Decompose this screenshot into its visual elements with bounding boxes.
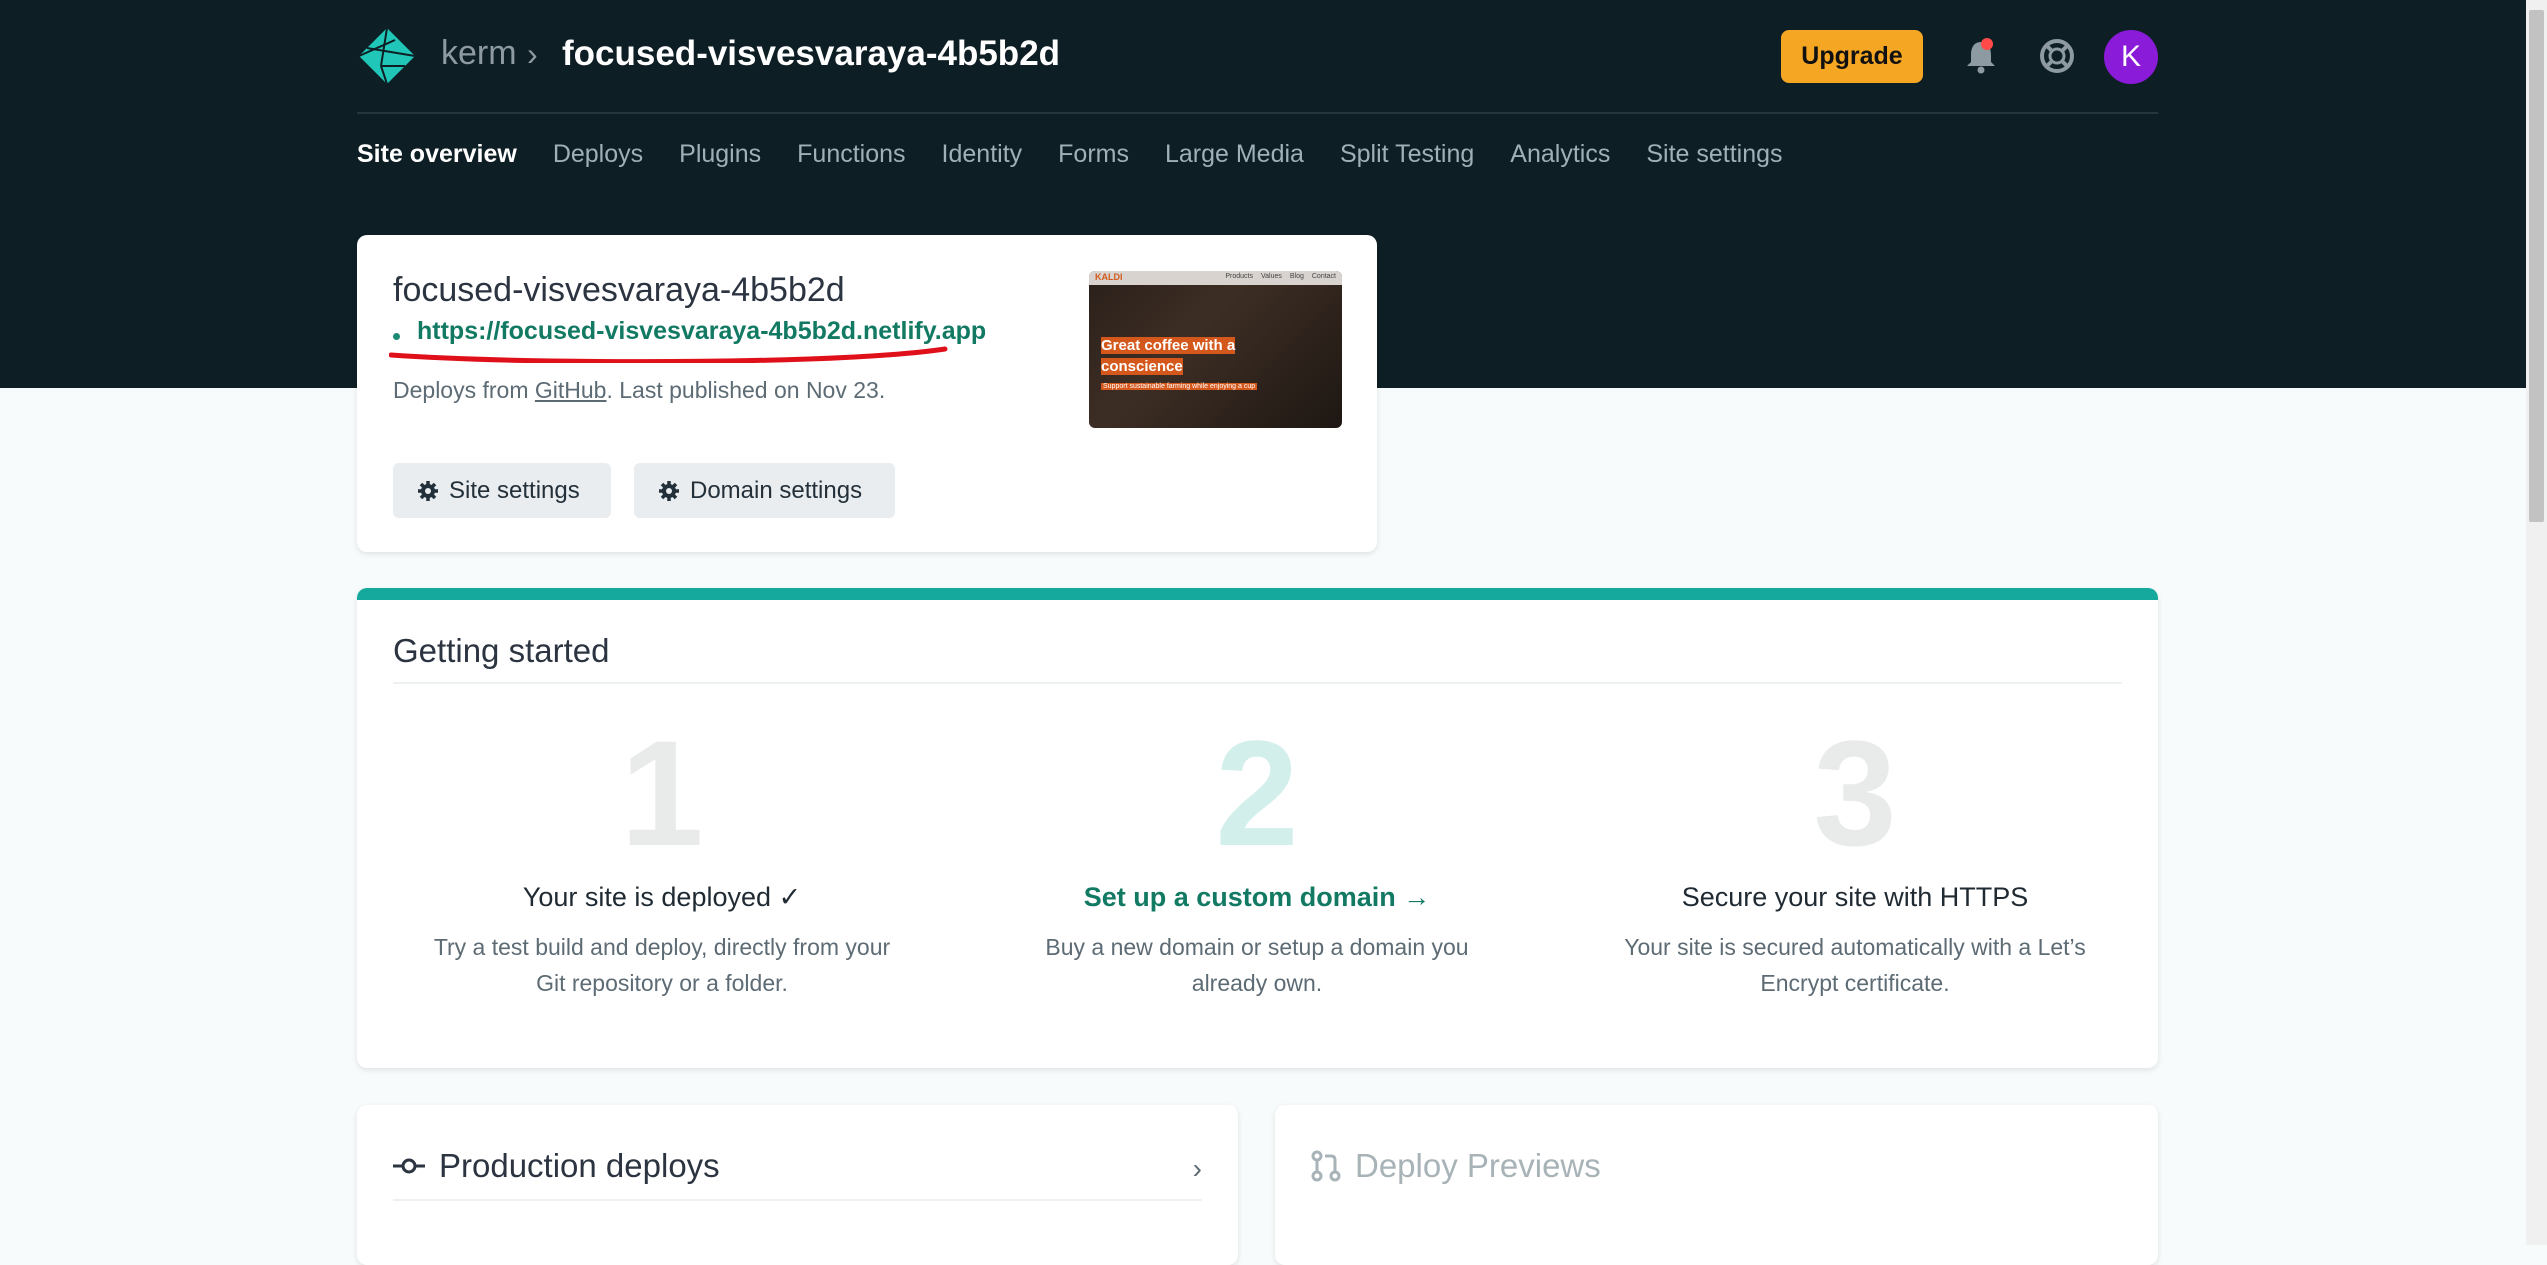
production-deploys-title: Production deploys <box>439 1147 720 1184</box>
thumbnail-headline: Great coffee with a conscience <box>1101 335 1251 377</box>
chevron-right-icon[interactable]: › <box>1193 1153 1202 1185</box>
thumbnail-link: Contact <box>1311 273 1336 280</box>
deploy-info-prefix: Deploys from <box>393 377 535 403</box>
custom-domain-link[interactable]: Set up a custom domain → <box>972 882 1542 913</box>
deploy-previews-card[interactable]: Deploy Previews <box>1275 1105 2158 1265</box>
step-description: Try a test build and deploy, directly fr… <box>433 934 891 996</box>
tab-site-settings[interactable]: Site settings <box>1646 140 1782 169</box>
thumbnail-headline-text: Great coffee with a conscience <box>1101 337 1236 375</box>
tab-split-testing[interactable]: Split Testing <box>1340 140 1474 169</box>
production-deploys-divider <box>393 1199 1202 1201</box>
red-underline-annotation <box>389 346 948 363</box>
upgrade-button[interactable]: Upgrade <box>1781 30 1923 83</box>
production-deploys-card[interactable]: Production deploys › <box>357 1105 1238 1265</box>
getting-started-card: Getting started 1 Your site is deployed … <box>357 588 2158 1068</box>
site-status-dot <box>393 333 400 340</box>
step-heading: Your site is deployed ✓ <box>522 882 802 912</box>
site-url-link[interactable]: https://focused-visvesvaraya-4b5b2d.netl… <box>417 317 986 346</box>
tab-deploys[interactable]: Deploys <box>553 140 643 169</box>
step-heading: Secure your site with HTTPS <box>1681 882 2029 912</box>
domain-settings-label: Domain settings <box>690 476 863 504</box>
site-title: focused-visvesvaraya-4b5b2d <box>393 271 845 309</box>
gear-icon <box>659 480 679 501</box>
tab-forms[interactable]: Forms <box>1058 140 1129 169</box>
step-number: 3 <box>1813 709 1897 877</box>
tab-plugins[interactable]: Plugins <box>679 140 761 169</box>
netlify-logo-icon[interactable] <box>357 26 417 86</box>
step-deployed: 1 Your site is deployed ✓ Try a test bui… <box>377 718 947 1001</box>
thumbnail-link: Values <box>1260 273 1282 280</box>
user-avatar[interactable]: K <box>2104 30 2158 84</box>
gear-icon <box>418 480 438 501</box>
github-link[interactable]: GitHub <box>535 377 607 403</box>
tab-analytics[interactable]: Analytics <box>1510 140 1610 169</box>
step-number: 2 <box>1215 709 1299 877</box>
tab-large-media[interactable]: Large Media <box>1165 140 1304 169</box>
site-settings-label: Site settings <box>449 476 580 504</box>
tab-site-overview[interactable]: Site overview <box>357 140 517 169</box>
deploy-info-suffix: . Last published on Nov 23. <box>606 377 886 403</box>
step-description: Buy a new domain or setup a domain you a… <box>1045 934 1469 996</box>
site-settings-button[interactable]: Site settings <box>393 463 611 518</box>
help-lifebuoy-icon[interactable] <box>2037 36 2077 76</box>
tab-identity[interactable]: Identity <box>942 140 1023 169</box>
commit-icon <box>393 1158 425 1174</box>
site-nav: Site overview Deploys Plugins Functions … <box>357 140 1783 169</box>
thumbnail-link: Blog <box>1289 273 1304 280</box>
breadcrumb-team[interactable]: kerm <box>441 34 517 73</box>
header-divider <box>357 112 2158 114</box>
thumbnail-links: Products Values Blog Contact <box>1225 273 1336 280</box>
thumbnail-subline: Support sustainable farming while enjoyi… <box>1101 383 1258 390</box>
site-deploy-info: Deploys from GitHub. Last published on N… <box>393 377 885 404</box>
tab-functions[interactable]: Functions <box>797 140 905 169</box>
production-deploys-header: Production deploys <box>393 1147 720 1185</box>
getting-started-accent-bar <box>357 588 2158 600</box>
pull-request-icon <box>1311 1150 1341 1182</box>
thumbnail-link: Products <box>1225 273 1253 280</box>
site-summary-card: focused-visvesvaraya-4b5b2d https://focu… <box>357 235 1377 552</box>
step-number: 1 <box>620 709 704 877</box>
thumbnail-brand: KALDI <box>1095 272 1123 282</box>
breadcrumb-separator-icon: › <box>527 36 538 72</box>
step-https: 3 Secure your site with HTTPS Your site … <box>1570 718 2140 1001</box>
deploy-previews-title: Deploy Previews <box>1355 1147 1601 1184</box>
scrollbar-thumb[interactable] <box>2529 10 2544 522</box>
breadcrumb-site[interactable]: focused-visvesvaraya-4b5b2d <box>562 34 1060 74</box>
domain-settings-button[interactable]: Domain settings <box>634 463 895 518</box>
deploy-previews-header: Deploy Previews <box>1311 1147 1601 1185</box>
getting-started-divider <box>393 682 2122 684</box>
notification-dot <box>1981 38 1993 50</box>
page-container: kerm › focused-visvesvaraya-4b5b2d Upgra… <box>357 0 2158 1265</box>
site-preview-thumbnail[interactable]: KALDI Products Values Blog Contact Great… <box>1089 271 1342 428</box>
step-custom-domain: 2 Set up a custom domain → Buy a new dom… <box>972 718 1542 1001</box>
step-description: Your site is secured automatically with … <box>1624 934 2086 996</box>
getting-started-title: Getting started <box>393 632 610 669</box>
